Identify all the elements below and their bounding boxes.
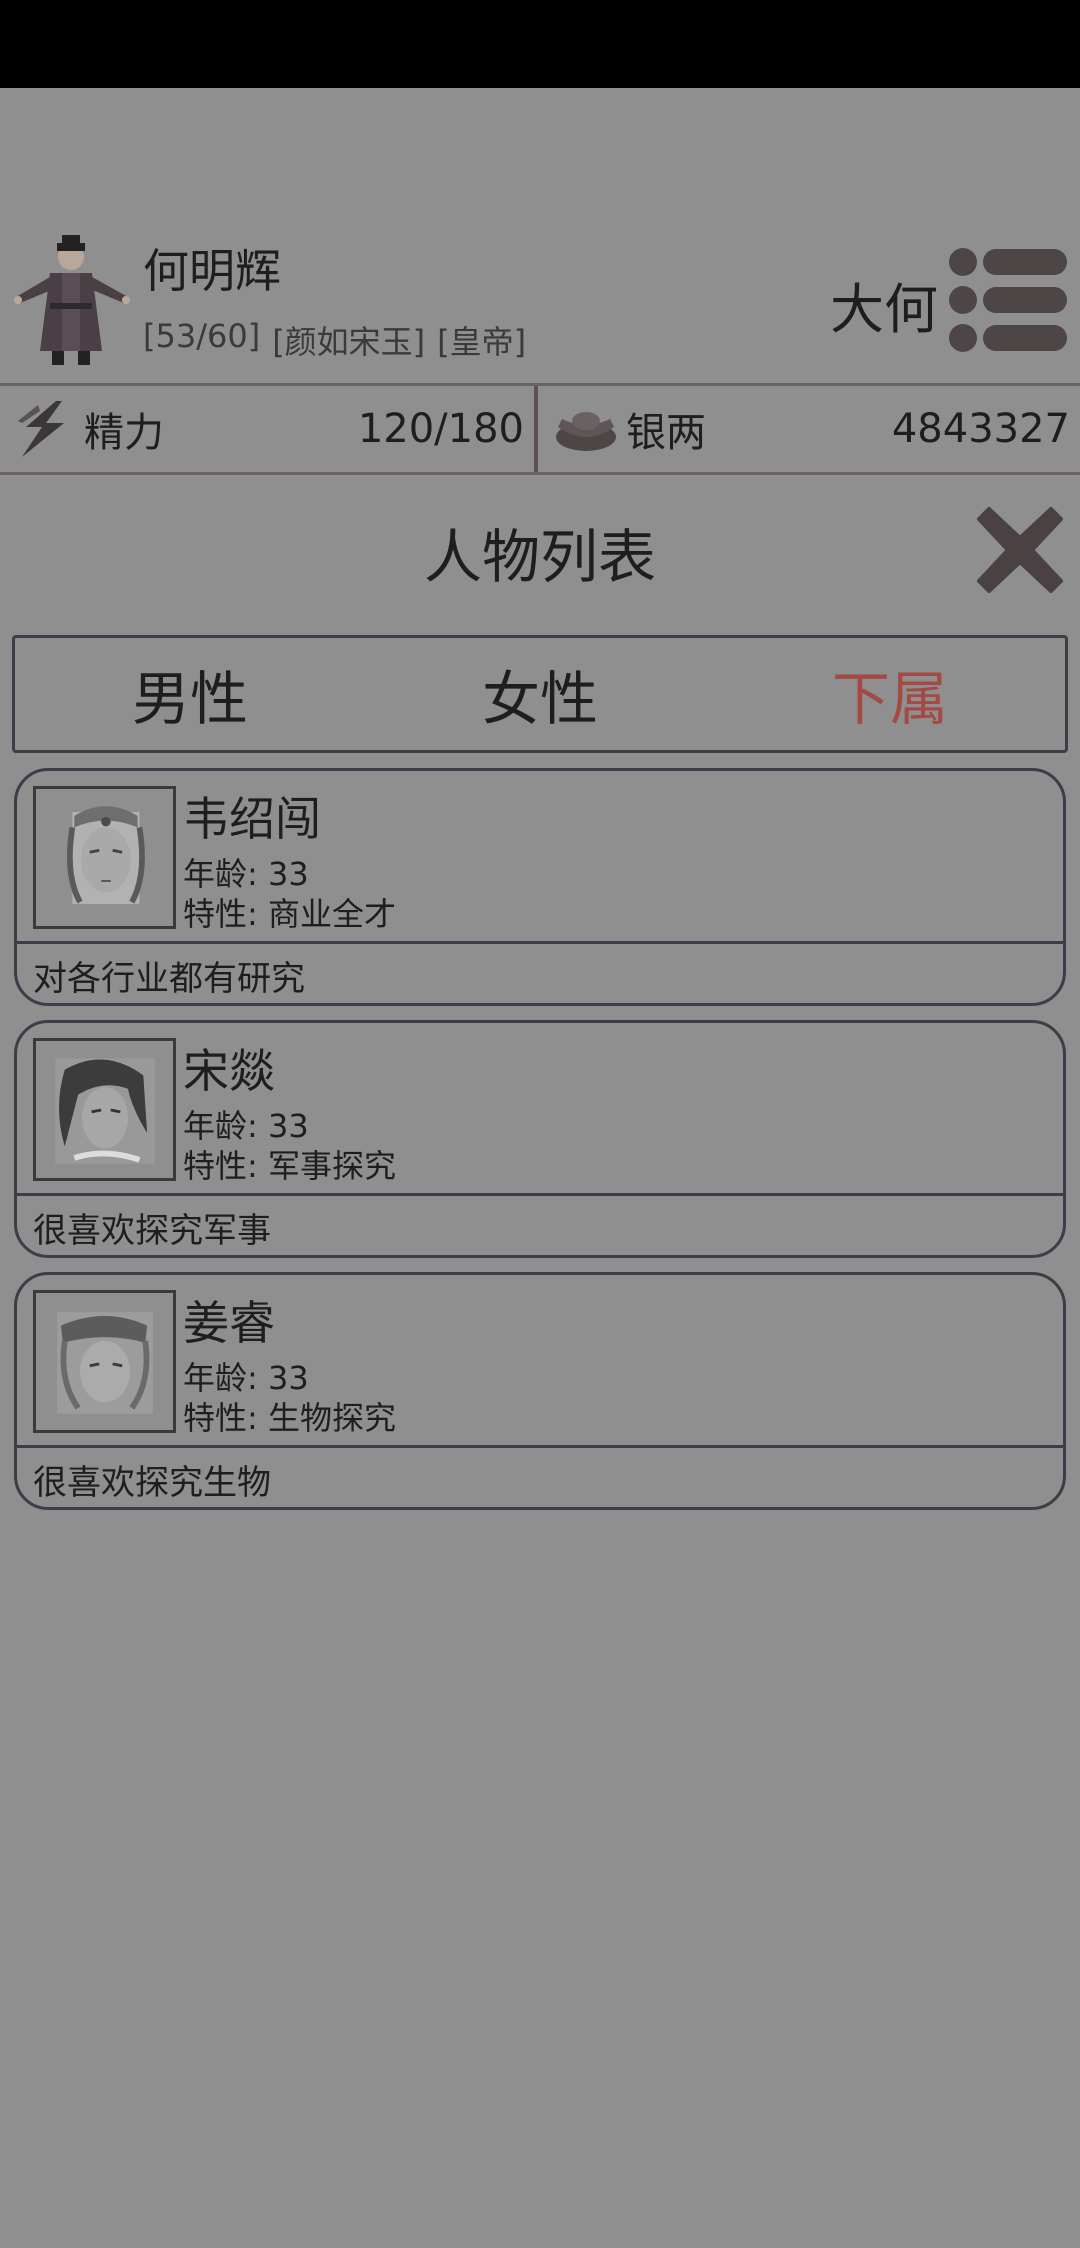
- silver-ingot-icon: [556, 412, 616, 451]
- silver-label: 银两: [626, 410, 706, 456]
- person-card[interactable]: 姜睿 年龄: 33 特性: 生物探究 很喜欢探究生物: [14, 1272, 1066, 1510]
- player-tag-title: [皇帝]: [437, 323, 527, 361]
- tab-subordinates[interactable]: 下属: [715, 638, 1065, 750]
- person-trait: 特性: 生物探究: [183, 1399, 396, 1437]
- panel-title: 人物列表: [423, 523, 656, 591]
- portrait-icon: [57, 1312, 153, 1414]
- card-divider: [17, 1445, 1063, 1448]
- close-icon: [977, 507, 1063, 593]
- tab-female[interactable]: 女性: [365, 638, 715, 750]
- category-tabs: 男性 女性 下属: [12, 635, 1068, 753]
- person-card[interactable]: 韦绍闯 年龄: 33 特性: 商业全才 对各行业都有研究: [14, 768, 1066, 1006]
- menu-button[interactable]: [945, 240, 1070, 360]
- person-trait: 特性: 军事探究: [183, 1147, 396, 1185]
- portrait-icon: [66, 806, 145, 904]
- player-avatar[interactable]: [10, 233, 135, 368]
- silver-resource: 银两 4843327: [542, 386, 1080, 472]
- person-name: 宋燚: [183, 1044, 275, 1098]
- realm-name: 大何: [830, 278, 938, 341]
- energy-value: 120/180: [357, 406, 524, 452]
- menu-icon: [949, 248, 1067, 352]
- resource-bar: 精力 120/180 银两 4843327: [0, 383, 1080, 475]
- energy-resource: 精力 120/180: [0, 386, 538, 472]
- person-portrait: [33, 1290, 176, 1433]
- person-trait: 特性: 商业全才: [183, 895, 396, 933]
- player-header: 何明辉 [53/60] [颜如宋玉] [皇帝] 大何: [0, 225, 1080, 385]
- player-tag-looks: [颜如宋玉]: [272, 323, 426, 361]
- card-divider: [17, 1193, 1063, 1196]
- card-divider: [17, 941, 1063, 944]
- player-tag-level: [53/60]: [143, 317, 261, 355]
- portrait-icon: [55, 1058, 155, 1164]
- close-button[interactable]: [975, 505, 1065, 595]
- person-description: 对各行业都有研究: [33, 959, 305, 999]
- player-name: 何明辉: [143, 244, 281, 298]
- player-avatar-icon: [14, 235, 130, 365]
- energy-label: 精力: [84, 410, 164, 456]
- person-portrait: [33, 1038, 176, 1181]
- silver-value: 4843327: [891, 406, 1070, 452]
- player-tags: [53/60] [颜如宋玉] [皇帝]: [143, 317, 526, 363]
- person-description: 很喜欢探究生物: [33, 1463, 271, 1503]
- person-portrait: [33, 786, 176, 929]
- lightning-icon: [18, 401, 64, 457]
- person-description: 很喜欢探究军事: [33, 1211, 271, 1251]
- person-card[interactable]: 宋燚 年龄: 33 特性: 军事探究 很喜欢探究军事: [14, 1020, 1066, 1258]
- status-bar: [0, 0, 1080, 88]
- person-name: 韦绍闯: [183, 792, 321, 846]
- tab-male[interactable]: 男性: [15, 638, 365, 750]
- person-name: 姜睿: [183, 1296, 275, 1350]
